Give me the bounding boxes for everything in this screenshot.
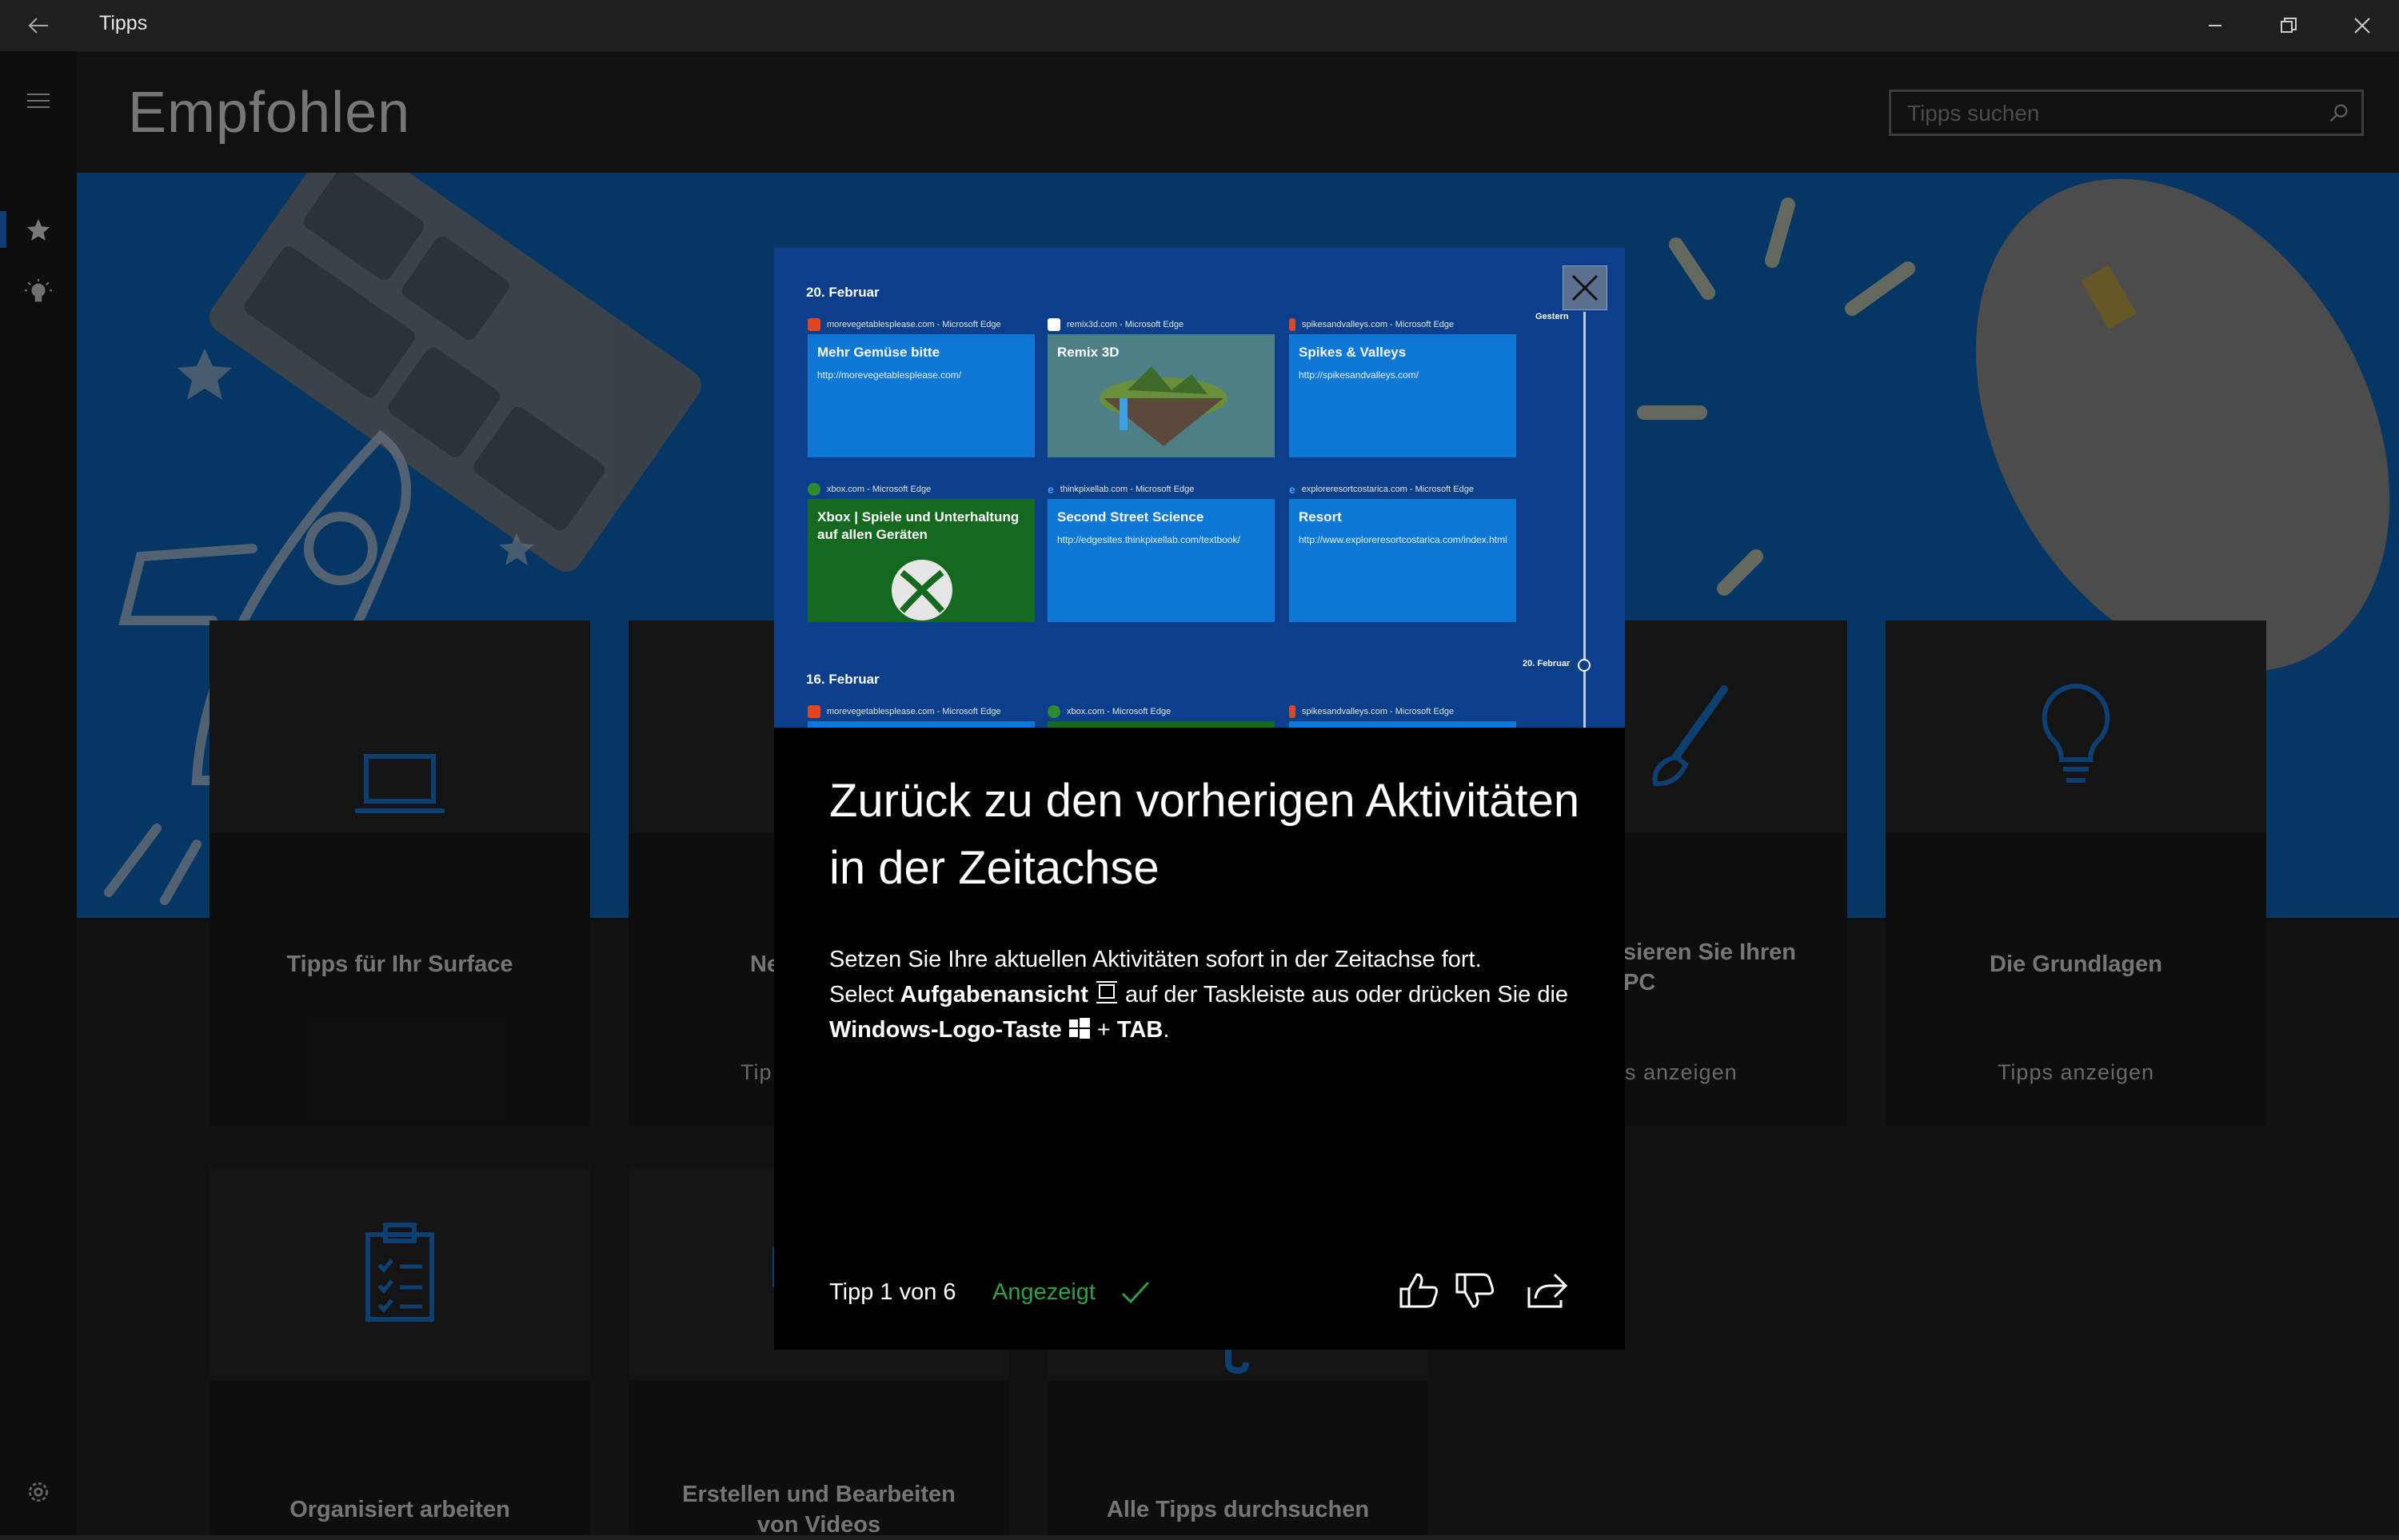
activity-tile[interactable]: Remix 3D bbox=[1048, 334, 1275, 457]
floating-island-image bbox=[1100, 366, 1227, 446]
activity-tile[interactable]: Xbox | Spiele und Unterhaltung auf allen… bbox=[808, 499, 1035, 622]
tip-dialog: 20. Februar morevegetablesplease.com - M… bbox=[774, 248, 1625, 1350]
remix3d-icon bbox=[1048, 318, 1060, 331]
thumbs-up-button[interactable] bbox=[1395, 1268, 1443, 1313]
date-header: 16. Februar bbox=[806, 672, 880, 687]
seen-status: Angezeigt bbox=[992, 1279, 1096, 1305]
title-bar: Tipps bbox=[0, 0, 2399, 52]
checkmark-icon bbox=[1121, 1281, 1150, 1304]
tile-source: morevegetablesplease.com - Microsoft Edg… bbox=[808, 318, 1001, 331]
tip-title: Zurück zu den vorherigen Aktivitäten in … bbox=[829, 775, 1580, 894]
thumbs-down-button[interactable] bbox=[1451, 1268, 1499, 1313]
tip-body-text: auf der Taskleiste aus oder drücken Sie … bbox=[1118, 982, 1569, 1007]
tile-title: Remix 3D bbox=[1057, 345, 1120, 360]
site-icon bbox=[1289, 318, 1295, 331]
task-view-icon bbox=[1096, 981, 1117, 1003]
tile-url: http://morevegetablesplease.com/ bbox=[817, 369, 962, 381]
tile-title: Mehr Gemüse bitte bbox=[817, 345, 940, 360]
thumbs-down-icon bbox=[1455, 1273, 1494, 1308]
tile-source: morevegetablesplease.com - Microsoft Edg… bbox=[808, 705, 1001, 718]
close-icon bbox=[2354, 18, 2370, 34]
task-view-label: Aufgabenansicht bbox=[900, 982, 1088, 1007]
site-icon bbox=[808, 318, 820, 331]
activity-tile[interactable] bbox=[808, 721, 1035, 728]
tile-title: Xbox | Spiele und Unterhaltung auf allen… bbox=[817, 509, 1020, 542]
activity-tile[interactable]: Second Street Science http://edgesites.t… bbox=[1048, 499, 1275, 622]
thumbs-up-icon bbox=[1399, 1273, 1438, 1308]
site-icon bbox=[1289, 705, 1295, 718]
tip-body-text: Setzen Sie Ihre aktuellen Aktivitäten so… bbox=[829, 947, 1482, 972]
activity-tile[interactable] bbox=[1048, 721, 1275, 728]
minimize-button[interactable] bbox=[2178, 0, 2252, 51]
tile-url: http://spikesandvalleys.com/ bbox=[1299, 369, 1419, 381]
site-icon bbox=[808, 705, 820, 718]
tile-source: spikesandvalleys.com - Microsoft Edge bbox=[1289, 705, 1454, 718]
activity-tile[interactable] bbox=[1289, 721, 1516, 728]
timeline-label: 20. Februar bbox=[1523, 659, 1571, 668]
tile-source: e thinkpixellab.com - Microsoft Edge bbox=[1048, 483, 1195, 496]
tile-url: http://edgesites.thinkpixellab.com/textb… bbox=[1057, 534, 1240, 545]
tip-counter: Tipp 1 von 6 bbox=[829, 1279, 956, 1305]
close-window-button[interactable] bbox=[2325, 0, 2399, 51]
back-arrow-icon bbox=[28, 18, 48, 34]
back-button[interactable] bbox=[18, 10, 59, 42]
tile-url: http://www.exploreresortcostarica.com/in… bbox=[1299, 534, 1507, 545]
tile-title: Spikes & Valleys bbox=[1299, 345, 1407, 360]
tile-source: remix3d.com - Microsoft Edge bbox=[1048, 318, 1184, 331]
share-icon bbox=[1527, 1273, 1567, 1308]
tip-body: Setzen Sie Ihre aktuellen Aktivitäten so… bbox=[829, 942, 1581, 1047]
tile-title: Resort bbox=[1299, 509, 1342, 525]
xbox-logo-icon bbox=[892, 560, 952, 620]
edge-icon: e bbox=[1048, 483, 1054, 496]
tab-key-label: TAB bbox=[1116, 1017, 1164, 1043]
timeline-label: Gestern bbox=[1535, 312, 1569, 321]
xbox-icon bbox=[808, 483, 820, 496]
windows-key-label: Windows-Logo-Taste bbox=[829, 1017, 1062, 1043]
activity-tile[interactable]: Mehr Gemüse bitte http://morevegetablesp… bbox=[808, 334, 1035, 457]
timeline-marker[interactable] bbox=[1576, 657, 1592, 673]
activity-tile[interactable]: Resort http://www.exploreresortcostarica… bbox=[1289, 499, 1516, 622]
tile-source: e exploreresortcostarica.com - Microsoft … bbox=[1289, 483, 1474, 496]
restore-button[interactable] bbox=[2252, 0, 2325, 51]
tip-body-text: Select bbox=[829, 982, 900, 1007]
xbox-icon bbox=[1048, 705, 1060, 718]
windows-logo-icon bbox=[1068, 1018, 1090, 1039]
app-title: Tipps bbox=[99, 12, 148, 34]
activity-tile[interactable]: Spikes & Valleys http://spikesandvalleys… bbox=[1289, 334, 1516, 457]
close-icon bbox=[1571, 274, 1599, 301]
tip-body-text: + bbox=[1090, 1017, 1117, 1043]
close-dialog-button[interactable] bbox=[1563, 265, 1607, 310]
date-header: 20. Februar bbox=[806, 285, 880, 300]
restore-icon bbox=[2281, 18, 2297, 33]
tip-body-text: . bbox=[1163, 1017, 1170, 1043]
minimize-icon bbox=[2209, 25, 2221, 26]
share-button[interactable] bbox=[1523, 1268, 1571, 1313]
tip-screenshot: 20. Februar morevegetablesplease.com - M… bbox=[774, 248, 1625, 728]
tile-source: spikesandvalleys.com - Microsoft Edge bbox=[1289, 318, 1454, 331]
tile-source: xbox.com - Microsoft Edge bbox=[808, 483, 931, 496]
tile-title: Second Street Science bbox=[1057, 509, 1204, 525]
tile-source: xbox.com - Microsoft Edge bbox=[1048, 705, 1171, 718]
edge-icon: e bbox=[1289, 483, 1295, 496]
